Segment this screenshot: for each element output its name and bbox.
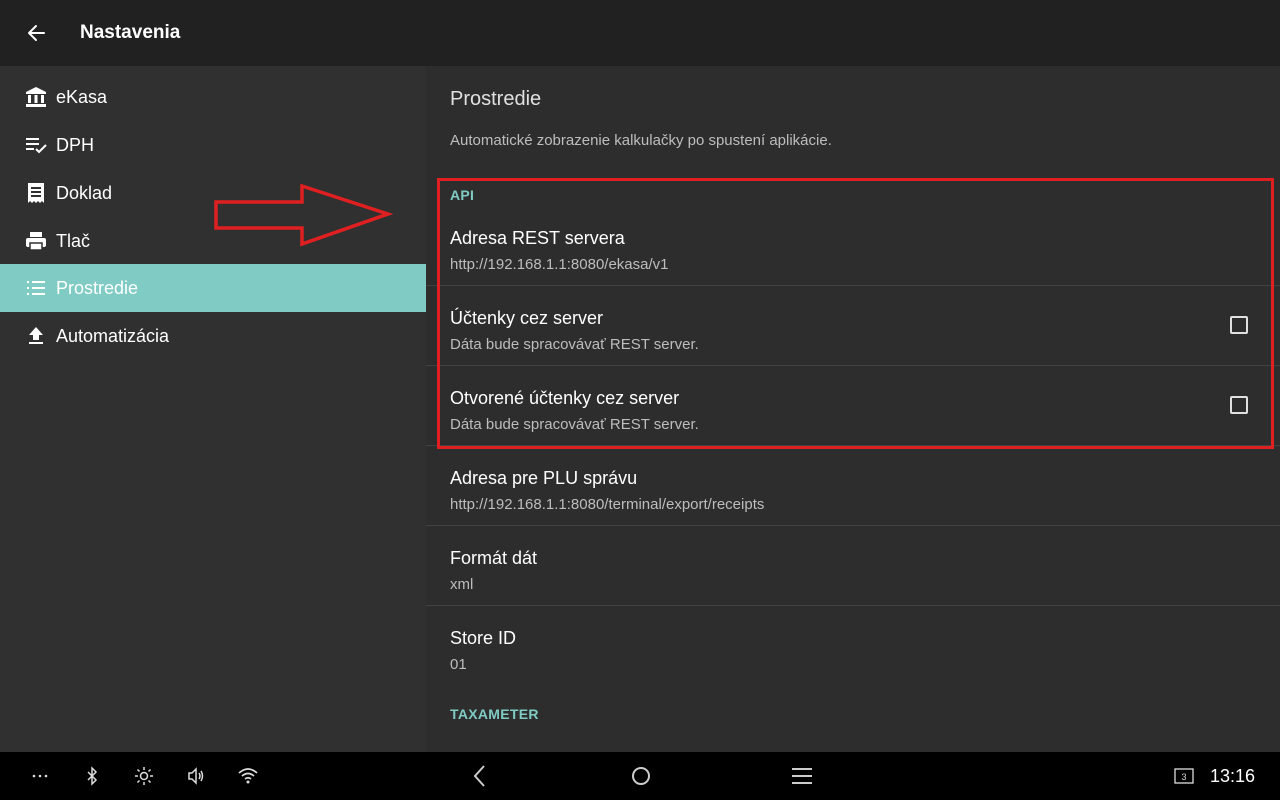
pref-summary: Dáta bude spracovávať REST server. bbox=[450, 416, 699, 433]
system-navigation-bar: 3 13:16 bbox=[0, 752, 1280, 800]
volume-icon[interactable] bbox=[184, 764, 208, 788]
sidebar-item-label: Tlač bbox=[56, 230, 91, 251]
sidebar-item-doklad[interactable]: Doklad bbox=[0, 169, 426, 217]
sidebar-item-ekasa[interactable]: eKasa bbox=[0, 73, 426, 121]
receipts-via-server-checkbox[interactable] bbox=[1230, 316, 1248, 334]
preference-summary-cutoff: Automatické zobrazenie kalkulačky po spu… bbox=[450, 132, 832, 149]
pref-summary: Dáta bude spracovávať REST server. bbox=[450, 336, 699, 353]
page-title: Nastavenia bbox=[80, 22, 181, 43]
pref-title: Adresa REST servera bbox=[450, 228, 625, 248]
back-arrow-icon[interactable] bbox=[22, 19, 50, 47]
settings-sidebar: eKasa DPH Doklad Tlač Prostredie Automat… bbox=[0, 66, 426, 752]
svg-text:3: 3 bbox=[1181, 772, 1186, 782]
section-title: Prostredie bbox=[450, 88, 542, 110]
wifi-icon[interactable] bbox=[236, 764, 260, 788]
sidebar-item-tlac[interactable]: Tlač bbox=[0, 217, 426, 265]
pref-store-id[interactable]: Store ID 01 bbox=[426, 606, 1280, 686]
list-check-icon bbox=[24, 133, 48, 157]
upload-icon bbox=[24, 324, 48, 348]
pref-title: Adresa pre PLU správu bbox=[450, 468, 638, 488]
pref-summary: xml bbox=[450, 576, 474, 593]
category-header-api: API bbox=[450, 187, 475, 203]
pref-title: Formát dát bbox=[450, 548, 538, 568]
printer-icon bbox=[24, 229, 48, 253]
pref-summary: http://192.168.1.1:8080/terminal/export/… bbox=[450, 496, 765, 513]
pref-receipts-via-server[interactable]: Účtenky cez server Dáta bude spracovávať… bbox=[426, 286, 1280, 366]
clock: 13:16 bbox=[1210, 766, 1256, 786]
pref-summary: http://192.168.1.1:8080/ekasa/v1 bbox=[450, 256, 669, 273]
sidebar-item-label: Automatizácia bbox=[56, 325, 170, 346]
list-icon bbox=[24, 276, 48, 300]
sidebar-item-label: Doklad bbox=[56, 182, 113, 203]
sidebar-item-label: DPH bbox=[56, 134, 95, 155]
brightness-icon[interactable] bbox=[132, 764, 156, 788]
pref-rest-server-address[interactable]: Adresa REST servera http://192.168.1.1:8… bbox=[426, 206, 1280, 286]
home-icon[interactable] bbox=[629, 764, 653, 788]
category-header-taxameter: TAXAMETER bbox=[450, 706, 539, 722]
pref-plu-address[interactable]: Adresa pre PLU správu http://192.168.1.1… bbox=[426, 446, 1280, 526]
pref-title: Účtenky cez server bbox=[450, 308, 604, 328]
receipt-icon bbox=[24, 181, 48, 205]
pref-title: Store ID bbox=[450, 628, 517, 648]
pref-title: Otvorené účtenky cez server bbox=[450, 388, 680, 408]
pref-summary: 01 bbox=[450, 656, 467, 673]
notification-badge-icon[interactable]: 3 bbox=[1172, 764, 1196, 788]
back-icon[interactable] bbox=[468, 764, 492, 788]
open-receipts-via-server-checkbox[interactable] bbox=[1230, 396, 1248, 414]
sidebar-item-prostredie[interactable]: Prostredie bbox=[0, 264, 426, 312]
pref-open-receipts-via-server[interactable]: Otvorené účtenky cez server Dáta bude sp… bbox=[426, 366, 1280, 446]
pref-data-format[interactable]: Formát dát xml bbox=[426, 526, 1280, 606]
app-bar: Nastavenia bbox=[0, 0, 1280, 66]
more-icon[interactable] bbox=[28, 764, 52, 788]
sidebar-item-automatizacia[interactable]: Automatizácia bbox=[0, 312, 426, 360]
bluetooth-icon[interactable] bbox=[80, 764, 104, 788]
settings-content: Prostredie Automatické zobrazenie kalkul… bbox=[426, 66, 1280, 752]
bank-icon bbox=[24, 85, 48, 109]
recents-icon[interactable] bbox=[790, 764, 814, 788]
sidebar-item-label: eKasa bbox=[56, 86, 108, 107]
sidebar-item-dph[interactable]: DPH bbox=[0, 121, 426, 169]
sidebar-item-label: Prostredie bbox=[56, 277, 139, 298]
